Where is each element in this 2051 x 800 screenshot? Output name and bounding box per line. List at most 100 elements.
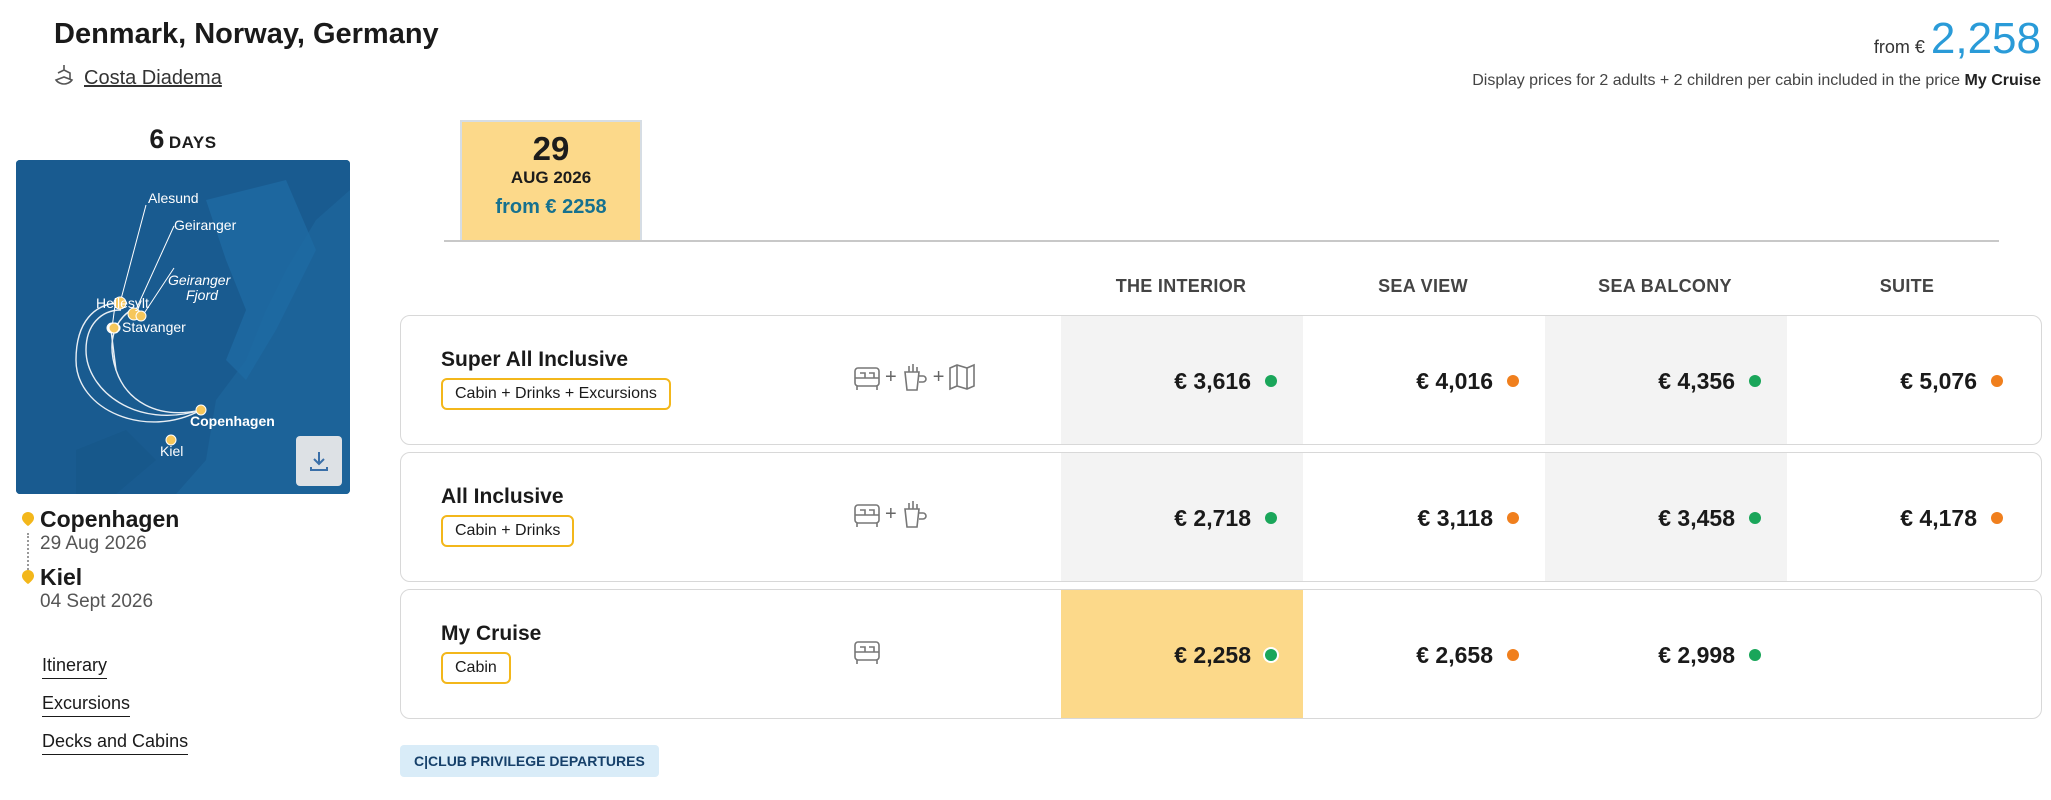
display-note-plan: My Cruise [1964,72,2041,89]
tab-divider [444,240,1999,242]
drink-icon [903,364,927,391]
price-cell-interior[interactable]: € 2,718 [1061,453,1303,581]
map-label-copenhagen: Copenhagen [190,413,275,429]
price-value: € 2,718 [1174,504,1251,531]
tab-price: from € 2258 [495,196,607,218]
availability-dot [1507,375,1519,387]
bed-icon [854,504,880,527]
price-cell-sea-balcony[interactable]: € 4,356 [1545,316,1787,444]
stop-date: 04 Sept 2026 [40,591,154,612]
availability-dot [1749,512,1761,524]
map-label-kiel: Kiel [160,443,183,459]
price-cell-suite[interactable]: € 4,178 [1787,453,2029,581]
availability-dot [1507,512,1519,524]
drink-icon [903,501,927,528]
col-header-sea-balcony: SEA BALCONY [1598,276,1732,296]
map-label-stavanger: Stavanger [122,319,186,335]
fare-badge: Cabin + Drinks + Excursions [441,378,671,410]
cclub-privilege-badge: C|CLUB PRIVILEGE DEPARTURES [400,745,659,777]
plus-sign: + [885,502,897,525]
from-label: from € [1873,37,1925,57]
location-pin-icon [22,512,34,526]
availability-dot [1265,512,1277,524]
price-value: € 4,356 [1658,367,1735,394]
availability-dot [1991,512,2003,524]
download-icon [310,452,328,471]
ship-link[interactable]: Costa Diadema [54,64,222,92]
trip-duration: 6 DAYS [16,124,350,155]
excursions-link[interactable]: Excursions [42,693,131,717]
map-label-geiranger: Geiranger [174,217,237,233]
price-cell-suite-empty [1787,590,2029,718]
stop-departure: Copenhagen 29 Aug 2026 [22,505,180,573]
price-cell-sea-view[interactable]: € 3,118 [1303,453,1545,581]
stop-city: Copenhagen [40,506,180,532]
price-cell-sea-view[interactable]: € 4,016 [1303,316,1545,444]
availability-dot [1749,375,1761,387]
price-value: € 5,076 [1900,367,1977,394]
fare-name: Super All Inclusive [441,348,629,371]
fare-row-all-inclusive: All Inclusive Cabin + Drinks + € 2,718 €… [400,452,2042,582]
stop-arrival: Kiel 04 Sept 2026 [22,563,179,613]
price-value: € 2,258 [1174,641,1251,668]
availability-dot [1991,375,2003,387]
fare-row-my-cruise: My Cruise Cabin € 2,258 € 2,658 € 2,998 [400,589,2042,719]
stop-city: Kiel [40,564,83,590]
fare-name: My Cruise [441,622,542,645]
fare-icons [853,636,881,666]
departure-date-tab[interactable]: 29 AUG 2026 from € 2258 [460,120,642,240]
tab-day: 29 [532,130,570,167]
bed-icon [854,367,880,390]
map-label-alesund: Alesund [148,190,199,206]
itinerary-stops: Copenhagen 29 Aug 2026 Kiel 04 Sept 2026 [22,505,179,621]
days-number: 6 [149,124,165,154]
plus-sign: + [932,365,945,388]
fare-row-super-all-inclusive: Super All Inclusive Cabin + Drinks + Exc… [400,315,2042,445]
map-label-hellesylt: Hellesylt [96,295,149,311]
availability-dot [1265,375,1277,387]
map-icon [949,363,976,391]
price-summary: from € 2,258 [1874,14,2041,64]
display-price-note: Display prices for 2 adults + 2 children… [1472,72,2041,90]
price-value: € 4,016 [1416,367,1493,394]
price-cell-interior[interactable]: € 3,616 [1061,316,1303,444]
ship-name[interactable]: Costa Diadema [84,67,222,90]
detail-links: Itinerary Excursions Decks and Cabins [42,655,189,769]
col-header-interior: THE INTERIOR [1115,276,1247,296]
days-label: DAYS [168,133,217,152]
availability-dot [1749,649,1761,661]
stop-date: 29 Aug 2026 [40,533,147,554]
col-header-sea-view: SEA VIEW [1378,276,1468,296]
fare-icons: + [853,499,929,529]
map-download-button[interactable] [296,436,342,486]
display-note-text: Display prices for 2 adults + 2 children… [1472,72,1961,89]
itinerary-link[interactable]: Itinerary [42,655,108,679]
tab-month-year: AUG 2026 [510,168,592,187]
price-cell-sea-balcony[interactable]: € 2,998 [1545,590,1787,718]
price-cell-sea-view[interactable]: € 2,658 [1303,590,1545,718]
fare-name: All Inclusive [441,485,564,508]
location-pin-icon [22,570,34,584]
map-label-geiranger-fjord-2: Fjord [186,287,219,303]
price-cell-sea-balcony[interactable]: € 3,458 [1545,453,1787,581]
lowest-price: 2,258 [1930,14,2041,63]
price-value: € 2,658 [1416,641,1493,668]
price-value: € 4,178 [1900,504,1977,531]
fare-icons: + + [853,362,976,392]
availability-dot [1507,649,1519,661]
map-label-geiranger-fjord-1: Geiranger [168,272,232,288]
bed-icon [854,641,880,664]
price-value: € 2,998 [1658,641,1735,668]
col-header-suite: SUITE [1879,276,1935,296]
price-cell-suite[interactable]: € 5,076 [1787,316,2029,444]
decks-cabins-link[interactable]: Decks and Cabins [42,731,189,755]
fare-badge: Cabin [441,652,511,684]
plus-sign: + [885,365,897,388]
price-value: € 3,616 [1174,367,1251,394]
availability-dot [1265,649,1277,661]
itinerary-map[interactable]: Alesund Geiranger Geiranger Fjord Helles… [16,160,350,494]
fare-badge: Cabin + Drinks [441,515,575,547]
ship-icon [54,64,74,92]
price-cell-interior-selected[interactable]: € 2,258 [1061,590,1303,718]
price-value: € 3,118 [1417,504,1493,531]
